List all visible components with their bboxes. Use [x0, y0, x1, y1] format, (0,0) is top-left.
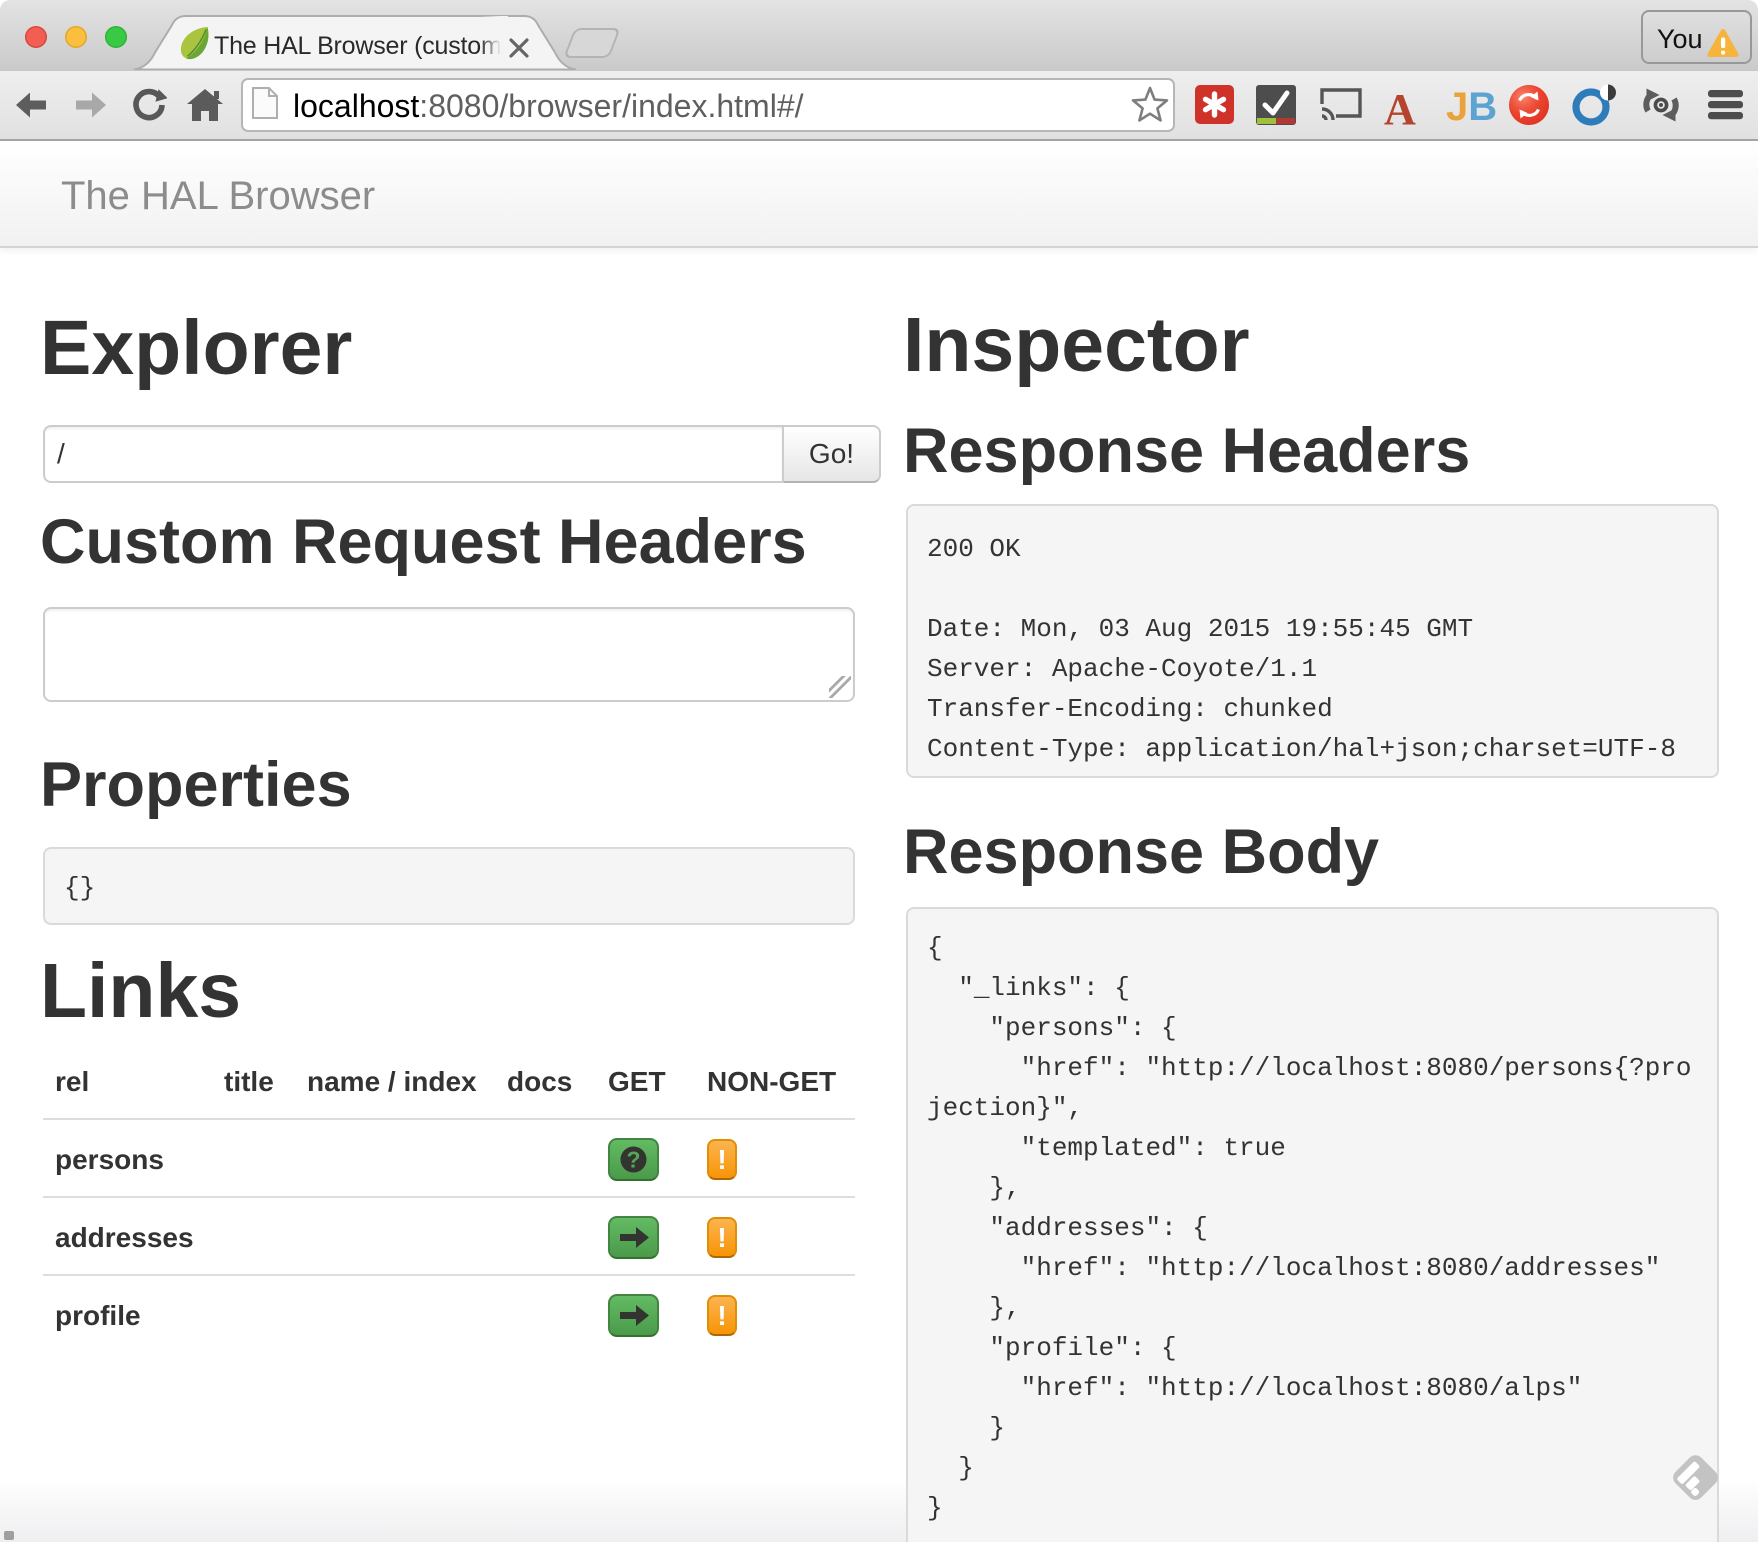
svg-text:?: ? [626, 1147, 640, 1173]
